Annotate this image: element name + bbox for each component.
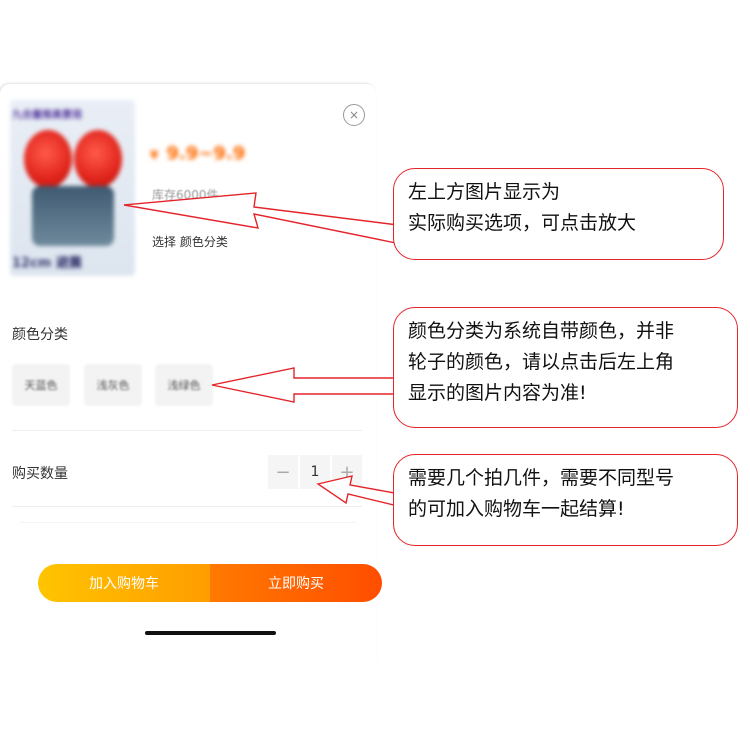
callout-text: 实际购买选项，可点击放大 bbox=[408, 212, 637, 234]
callout-text: 显示的图片内容为准! bbox=[408, 382, 587, 404]
callout-text: 颜色分类为系统自带颜色，并非 bbox=[408, 320, 675, 342]
annotation-callout: 左上方图片显示为 实际购买选项，可点击放大 bbox=[393, 168, 724, 260]
annotation-arrow bbox=[316, 475, 401, 507]
callout-text: 的可加入购物车一起结算! bbox=[408, 498, 625, 520]
callout-text: 需要几个拍几件，需要不同型号 bbox=[408, 467, 675, 489]
annotation-callout: 需要几个拍几件，需要不同型号 的可加入购物车一起结算! bbox=[393, 454, 738, 546]
annotation-arrow bbox=[211, 367, 399, 403]
annotation-arrow bbox=[123, 192, 399, 244]
annotation-callout: 颜色分类为系统自带颜色，并非 轮子的颜色，请以点击后左上角 显示的图片内容为准! bbox=[393, 307, 738, 428]
callout-text: 轮子的颜色，请以点击后左上角 bbox=[408, 351, 675, 373]
callout-text: 左上方图片显示为 bbox=[408, 181, 561, 203]
